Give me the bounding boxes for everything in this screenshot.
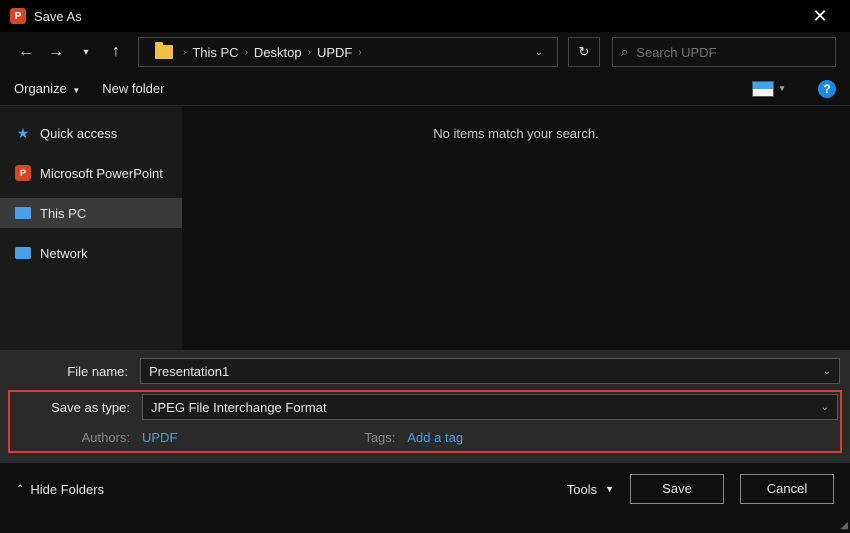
command-bar: Organize ▼ New folder ▼ ?	[0, 72, 850, 106]
sidebar-item-label: Microsoft PowerPoint	[40, 166, 163, 181]
chevron-right-icon: ›	[183, 47, 186, 58]
help-button[interactable]: ?	[818, 80, 836, 98]
new-folder-button[interactable]: New folder	[102, 81, 164, 96]
authors-value[interactable]: UPDF	[142, 430, 177, 445]
form-area: File name: Presentation1 ⌄ Save as type:…	[0, 350, 850, 463]
filename-value: Presentation1	[149, 364, 229, 379]
tools-label: Tools	[567, 482, 597, 497]
organize-label: Organize	[14, 81, 67, 96]
chevron-down-icon: ▼	[72, 86, 80, 95]
saveastype-label: Save as type:	[12, 400, 142, 415]
back-button[interactable]: ←	[14, 43, 38, 61]
navigation-pane: ★ Quick access P Microsoft PowerPoint Th…	[0, 106, 182, 350]
sidebar-item-powerpoint[interactable]: P Microsoft PowerPoint	[0, 158, 182, 188]
chevron-down-icon: ▼	[778, 84, 786, 93]
filename-label: File name:	[10, 364, 140, 379]
chevron-right-icon: ›	[358, 47, 361, 58]
resize-grip[interactable]: ◢	[840, 520, 848, 531]
empty-message: No items match your search.	[182, 126, 850, 141]
authors-label: Authors:	[12, 430, 142, 445]
sidebar-item-label: Quick access	[40, 126, 117, 141]
sidebar-item-this-pc[interactable]: This PC	[0, 198, 182, 228]
network-icon	[15, 247, 31, 259]
filename-row: File name: Presentation1 ⌄	[10, 358, 840, 384]
forward-button[interactable]: →	[44, 43, 68, 61]
saveastype-row: Save as type: JPEG File Interchange Form…	[12, 394, 838, 420]
filename-input[interactable]: Presentation1 ⌄	[140, 358, 840, 384]
up-button[interactable]: ↑	[104, 43, 128, 61]
saveastype-dropdown[interactable]: JPEG File Interchange Format ⌄	[142, 394, 838, 420]
refresh-button[interactable]: ↻	[568, 37, 600, 67]
recent-locations-button[interactable]: ▾	[74, 47, 98, 58]
main-body: ★ Quick access P Microsoft PowerPoint Th…	[0, 106, 850, 350]
chevron-down-icon: ▼	[605, 484, 614, 494]
address-dropdown[interactable]: ⌄	[529, 47, 549, 58]
powerpoint-icon: P	[15, 165, 31, 181]
navigation-bar: ← → ▾ ↑ › This PC › Desktop › UPDF › ⌄ ↻…	[0, 32, 850, 72]
window-title: Save As	[34, 9, 800, 24]
saveastype-value: JPEG File Interchange Format	[151, 400, 327, 415]
title-bar: P Save As ✕	[0, 0, 850, 32]
organize-button[interactable]: Organize ▼	[14, 81, 80, 96]
address-bar[interactable]: › This PC › Desktop › UPDF › ⌄	[138, 37, 558, 67]
chevron-down-icon: ⌄	[821, 402, 829, 413]
pc-icon	[15, 207, 31, 219]
save-button[interactable]: Save	[630, 474, 724, 504]
file-list-pane: No items match your search.	[182, 106, 850, 350]
star-icon: ★	[14, 125, 32, 141]
search-icon: ⌕	[621, 44, 628, 60]
cancel-button[interactable]: Cancel	[740, 474, 834, 504]
sidebar-item-label: Network	[40, 246, 88, 261]
breadcrumb-desktop[interactable]: Desktop	[254, 45, 302, 60]
sidebar-item-quick-access[interactable]: ★ Quick access	[0, 118, 182, 148]
search-input[interactable]	[636, 45, 827, 60]
chevron-up-icon: ⌃	[16, 484, 24, 495]
breadcrumb-updf[interactable]: UPDF	[317, 45, 352, 60]
tags-value[interactable]: Add a tag	[407, 430, 463, 445]
chevron-right-icon: ›	[308, 47, 311, 58]
breadcrumb-this-pc[interactable]: This PC	[192, 45, 238, 60]
powerpoint-icon: P	[10, 8, 26, 24]
hide-folders-button[interactable]: ⌃ Hide Folders	[16, 482, 104, 497]
tools-dropdown[interactable]: Tools ▼	[567, 482, 614, 497]
sidebar-item-label: This PC	[40, 206, 86, 221]
chevron-right-icon: ›	[245, 47, 248, 58]
view-button[interactable]: ▼	[752, 81, 786, 97]
metadata-row: Authors: UPDF Tags: Add a tag	[12, 420, 838, 449]
hide-folders-label: Hide Folders	[30, 482, 104, 497]
view-icon	[752, 81, 774, 97]
chevron-down-icon: ⌄	[823, 366, 831, 377]
footer: ⌃ Hide Folders Tools ▼ Save Cancel	[0, 463, 850, 515]
sidebar-item-network[interactable]: Network	[0, 238, 182, 268]
folder-icon	[155, 45, 173, 59]
search-box[interactable]: ⌕	[612, 37, 836, 67]
close-button[interactable]: ✕	[800, 6, 840, 27]
highlight-box: Save as type: JPEG File Interchange Form…	[8, 390, 842, 453]
tags-label: Tags:	[347, 430, 407, 445]
